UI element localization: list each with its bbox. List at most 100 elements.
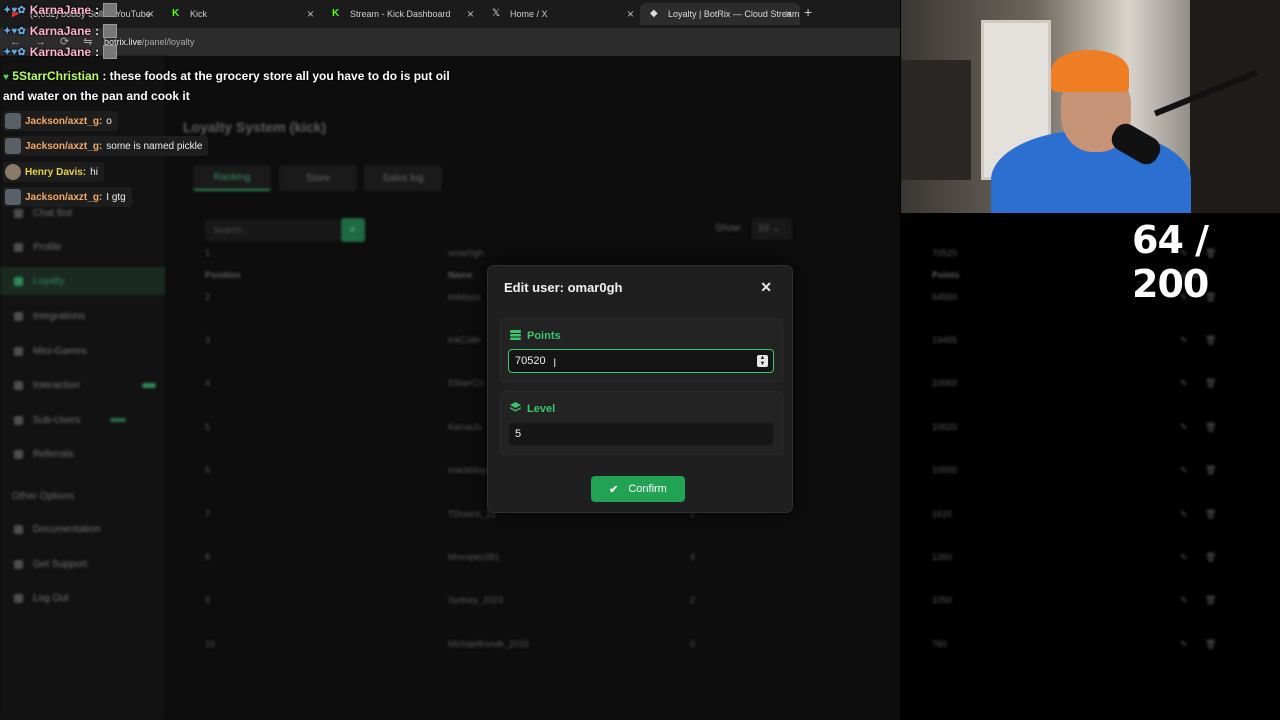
column-header-points[interactable]: Points [932,270,960,280]
avatar [5,113,21,129]
sidebar-item-sub-users[interactable]: Sub-Users [14,415,80,426]
delete-icon[interactable]: 🗑 [1205,465,1216,476]
level-input[interactable]: 5 [508,422,774,446]
chat-separator: : [95,24,100,38]
edit-icon[interactable]: ✎ [1180,595,1188,606]
sidebar-item-log-out[interactable]: Log Out [14,593,69,604]
row-position: 8 [205,552,211,562]
logout-icon [14,594,23,603]
points-input[interactable]: 70520 I ▲ ▼ [508,349,774,373]
browser-tab-botrix[interactable]: ◆ Loyalty | BotRix — Cloud Stream × [640,3,800,25]
edit-icon[interactable]: ✎ [1180,378,1188,389]
chat-username: KarnaJane [29,3,92,17]
edit-icon[interactable]: ✎ [1180,552,1188,563]
edit-icon[interactable]: ✎ [1180,335,1188,346]
chat-overlay: ✦♥✿ KarnaJane : ✦♥✿ KarnaJane : ✦♥✿ Karn… [0,0,460,220]
delete-icon[interactable]: 🗑 [1205,552,1216,563]
chat-text: I gtg [106,191,126,203]
sidebar-item-label: Interaction [33,380,80,391]
sidebar-item-integrations[interactable]: Integrations [14,311,85,322]
heart-icon: ♥ [3,72,9,83]
level-field-card: Level 5 [500,391,783,455]
sidebar-item-label: Mini-Games [33,346,87,357]
coins-icon [510,329,521,343]
row-points: 10060 [932,378,958,388]
trophy-icon [14,277,23,286]
sidebar-item-profile[interactable]: Profile [14,242,61,253]
column-header-name[interactable]: Name [448,270,473,280]
sidebar-item-label: Documentation [33,524,101,535]
delete-icon[interactable]: 🗑 [1205,378,1216,389]
row-points: 1620 [932,509,953,519]
edit-icon[interactable]: ✎ [1180,422,1188,433]
chat-message: ✦♥✿ KarnaJane : [3,24,118,38]
delete-icon[interactable]: 🗑 [1205,335,1216,346]
show-label: Show: [715,223,743,234]
beta-badge [110,418,126,422]
search-button[interactable]: ⌕ [341,218,365,242]
chat-username: KarnaJane [29,45,92,59]
edit-icon[interactable]: ✎ [1180,465,1188,476]
delete-icon[interactable]: 🗑 [1205,509,1216,520]
botrix-icon: ◆ [650,8,658,19]
edit-icon[interactable]: ✎ [1180,639,1188,650]
chat-text: o [106,115,112,127]
search-input[interactable]: Search... [205,219,340,241]
chevron-down-icon: ⌄ [771,223,781,234]
streamer-cap [1051,50,1129,92]
gamepad-icon [14,347,23,356]
chat-username: Jackson/axzt_g: [25,140,103,152]
row-name: Sydney_2023 [448,595,504,605]
close-icon[interactable]: ✕ [760,279,772,296]
tab-title: Home / X [510,9,548,19]
kick-chat-message: Jackson/axzt_g: some is named pickle [3,136,209,156]
row-points: 1050 [932,595,953,605]
row-position: 1 [205,248,211,258]
column-header-position[interactable]: Position [205,270,241,280]
new-tab-button[interactable]: + [804,4,812,20]
sidebar-item-label: Integrations [33,311,86,322]
music-icon [14,381,23,390]
row-position: 6 [205,465,211,475]
row-points: 1260 [932,552,953,562]
search-icon: ⌕ [350,224,356,235]
chat-username: KarnaJane [29,24,92,38]
chat-message-highlight: ♥ 5StarrChristian : these foods at the g… [3,67,453,105]
close-tab-icon[interactable]: × [627,7,634,21]
number-stepper[interactable]: ▲ ▼ [757,355,768,367]
chat-separator: : [95,3,100,17]
row-position: 7 [205,509,211,519]
badge-icons: ✦♥✿ [3,46,26,58]
points-input-value: 70520 [515,355,546,367]
sidebar-item-documentation[interactable]: Documentation [14,524,100,535]
sidebar-item-interaction[interactable]: Interaction [14,380,80,391]
delete-icon[interactable]: 🗑 [1205,639,1216,650]
chat-username: Jackson/axzt_g: [25,191,103,203]
emote-icon [103,45,118,59]
emote-icon [103,3,118,17]
level-input-value: 5 [515,428,522,440]
integrations-icon [14,312,23,321]
browser-tab-x[interactable]: 𝕏 Home / X × [482,3,642,25]
row-position: 4 [205,378,211,388]
sidebar-item-loyalty[interactable]: Loyalty [14,276,65,287]
close-tab-icon[interactable]: × [785,7,792,21]
points-field-card: Points 70520 I ▲ ▼ [500,318,783,382]
delete-icon[interactable]: 🗑 [1205,595,1216,606]
row-name: Mrsnipes381 [448,552,500,562]
table-row: 8 Mrsnipes381 4 1260 ✎ 🗑 [185,552,1216,572]
sidebar-item-referrals[interactable]: Referrals [14,449,74,460]
sidebar-item-get-support[interactable]: Get Support [14,559,87,570]
row-name: Michaelfromtk_2015 [448,639,530,649]
edit-icon[interactable]: ✎ [1180,509,1188,520]
close-tab-icon[interactable]: × [467,7,474,21]
delete-icon[interactable]: 🗑 [1205,422,1216,433]
confirm-button[interactable]: ✔ Confirm [591,476,685,502]
chat-username: Jackson/axzt_g: [25,115,103,127]
show-count-select[interactable]: 10 ⌄ [752,218,792,240]
level-label-text: Level [527,403,556,415]
sidebar-item-label: Sub-Users [33,415,81,426]
row-points: 19455 [932,335,958,345]
sidebar-item-mini-games[interactable]: Mini-Games [14,346,87,357]
row-position: 3 [205,335,211,345]
